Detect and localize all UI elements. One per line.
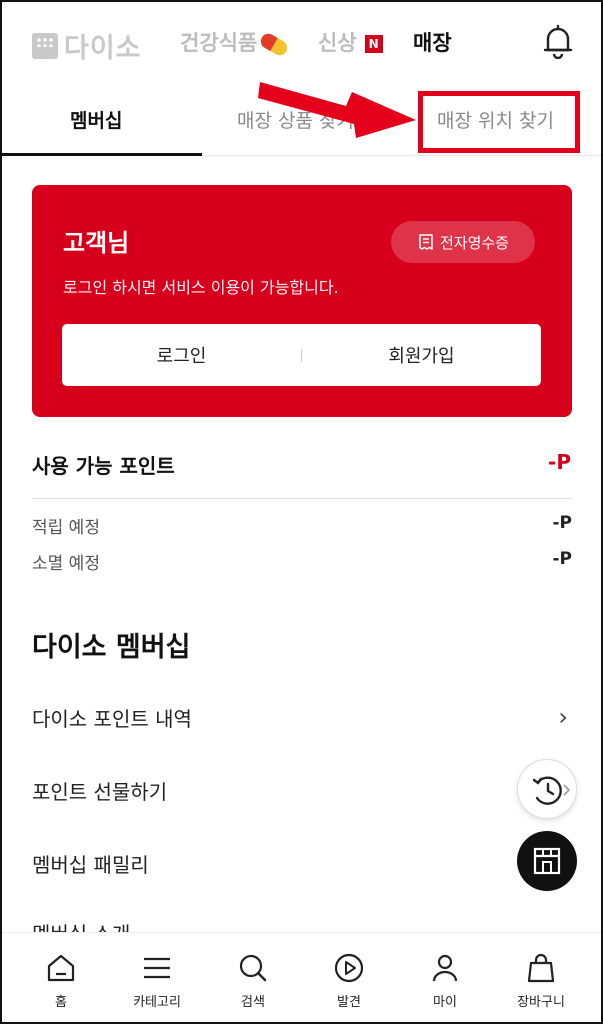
shopping-bag-icon [527, 953, 555, 983]
nav-health-food[interactable]: 건강식품 [180, 27, 291, 58]
customer-name: 고객님 [63, 229, 130, 257]
home-icon [47, 954, 75, 982]
capsule-icon [258, 30, 291, 58]
annotation-arrow-icon [258, 82, 416, 138]
bottom-nav-home-label: 홈 [55, 995, 67, 1010]
menu-item-label: 포인트 선물하기 [32, 780, 168, 804]
nav-store-label: 매장 [413, 31, 452, 55]
logo-mark-icon [32, 32, 58, 59]
available-points-value: -P [548, 450, 571, 474]
menu-item-label: 다이소 포인트 내역 [32, 707, 192, 731]
new-badge: N [364, 35, 383, 53]
points-expire-value: -P [552, 549, 572, 569]
bottom-nav-category[interactable]: 카테고리 [110, 951, 204, 1010]
active-tab-indicator [0, 153, 202, 156]
store-floating-button[interactable] [517, 831, 577, 891]
tab-membership[interactable]: 멤버십 [70, 106, 122, 133]
bottom-nav-home[interactable]: 홈 [14, 951, 108, 1010]
membership-section-title: 다이소 멤버십 [32, 632, 191, 663]
member-card: 고객님 전자영수증 로그인 하시면 서비스 이용이 가능합니다. 로그인 회원가… [32, 185, 572, 417]
nav-store[interactable]: 매장 [413, 27, 452, 57]
menu-item-point-history[interactable]: 다이소 포인트 내역 › [32, 703, 572, 732]
menu-item-label: 멤버십 소개 [32, 922, 130, 932]
e-receipt-label: 전자영수증 [439, 233, 509, 252]
store-icon [533, 847, 561, 875]
bottom-nav-category-label: 카테고리 [133, 995, 181, 1010]
points-expire-row: 소멸 예정 -P [32, 549, 572, 574]
bottom-nav-cart[interactable]: 장바구니 [494, 951, 588, 1010]
annotation-highlight-box [418, 91, 580, 153]
menu-item-gift-points[interactable]: 포인트 선물하기 [32, 776, 572, 805]
clock-history-icon [532, 776, 571, 805]
points-earn-value: -P [552, 513, 572, 533]
recent-history-button[interactable] [517, 759, 577, 819]
bottom-nav: 홈 카테고리 검색 발견 마이 장바구니 [0, 932, 603, 1024]
login-button[interactable]: 로그인 [62, 324, 301, 386]
logo-text: 다이소 [64, 33, 142, 64]
login-prompt-text: 로그인 하시면 서비스 이용이 가능합니다. [63, 278, 339, 297]
points-expire-label: 소멸 예정 [32, 554, 100, 574]
receipt-icon [419, 234, 433, 250]
bottom-nav-my[interactable]: 마이 [398, 951, 492, 1010]
user-icon [432, 954, 458, 982]
daiso-logo[interactable]: 다이소 [32, 26, 142, 65]
menu-item-membership-family[interactable]: 멤버십 패밀리 [32, 849, 572, 878]
menu-item-membership-intro[interactable]: 멤버십 소개 [32, 918, 572, 932]
bottom-nav-discover[interactable]: 발견 [302, 951, 396, 1010]
bottom-nav-my-label: 마이 [433, 995, 457, 1010]
points-earn-row: 적립 예정 -P [32, 513, 572, 538]
search-icon [239, 954, 267, 982]
top-nav: 다이소 건강식품 신상 N 매장 [0, 0, 603, 80]
auth-bar: 로그인 회원가입 [62, 324, 541, 386]
nav-health-food-label: 건강식품 [180, 31, 258, 55]
bottom-nav-search[interactable]: 검색 [206, 951, 300, 1010]
signup-button[interactable]: 회원가입 [302, 324, 541, 386]
bottom-nav-discover-label: 발견 [337, 995, 361, 1010]
available-points-title: 사용 가능 포인트 [32, 454, 175, 478]
menu-icon [144, 957, 170, 979]
nav-new[interactable]: 신상 N [318, 27, 383, 57]
e-receipt-button[interactable]: 전자영수증 [391, 221, 535, 263]
nav-new-label: 신상 [318, 31, 357, 55]
bottom-nav-search-label: 검색 [241, 995, 265, 1010]
bell-icon[interactable] [542, 23, 574, 59]
chevron-right-icon: › [558, 703, 568, 731]
menu-item-label: 멤버십 패밀리 [32, 853, 149, 877]
play-circle-icon [334, 953, 364, 983]
points-divider [32, 498, 572, 499]
bottom-nav-cart-label: 장바구니 [517, 995, 565, 1010]
points-earn-label: 적립 예정 [32, 518, 100, 538]
